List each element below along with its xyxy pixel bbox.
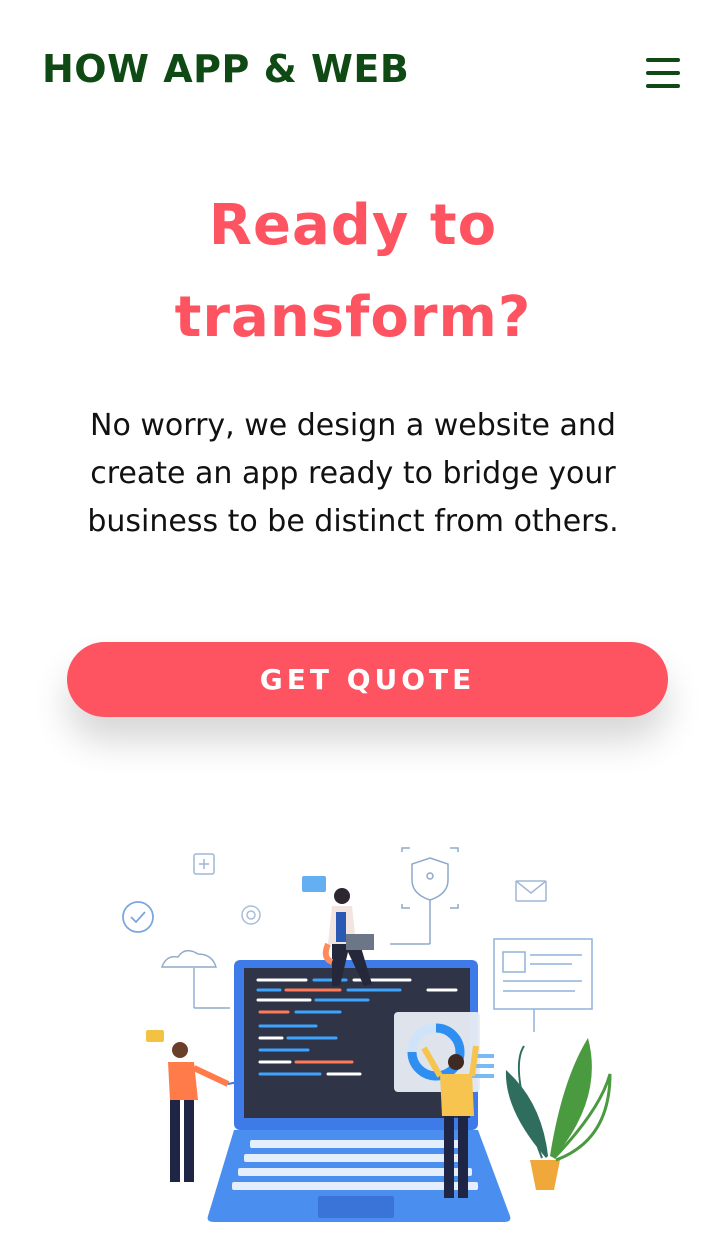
cloud-icon [161, 949, 230, 1009]
hero-description: No worry, we design a website and create… [87, 408, 619, 539]
mail-icon [515, 880, 547, 902]
menu-bar [646, 71, 680, 75]
developer-illustration [122, 847, 612, 1222]
site-header: HOW APP & WEB [0, 0, 706, 140]
man-pointing-figure [146, 1030, 239, 1182]
check-circle-icon [122, 901, 154, 933]
document-card-icon [493, 938, 593, 1032]
chat-bubble-icon [302, 876, 326, 892]
hero-title-line: Ready to [208, 193, 498, 258]
hero-title: Ready to transform? [0, 180, 706, 364]
hamburger-menu-icon[interactable] [646, 58, 682, 92]
shield-icon [390, 847, 459, 945]
plus-card-icon [193, 853, 215, 875]
menu-bar [646, 58, 680, 62]
brand-logo-text[interactable]: HOW APP & WEB [42, 47, 409, 91]
plant-icon [505, 1038, 612, 1190]
menu-bar [646, 84, 680, 88]
hero-title-line: transform? [174, 285, 532, 350]
get-quote-button[interactable]: GET QUOTE [67, 642, 668, 717]
gear-icon [241, 905, 261, 925]
